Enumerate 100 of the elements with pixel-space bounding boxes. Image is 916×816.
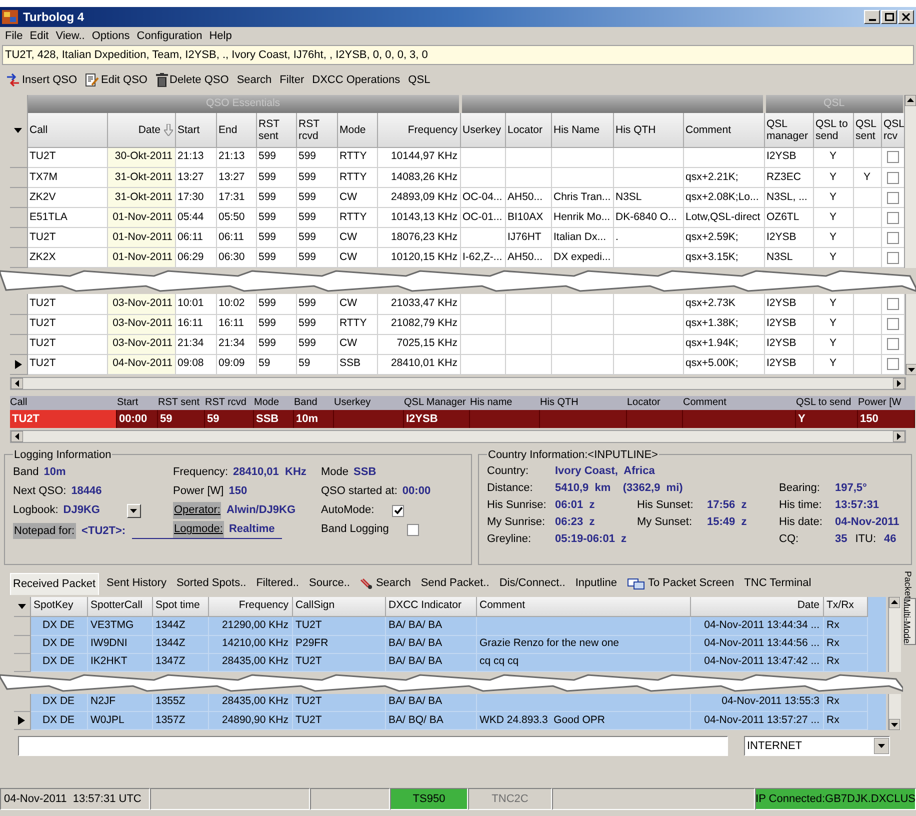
column-header[interactable]: Locator [505, 113, 551, 147]
column-header[interactable]: Frequency [377, 113, 460, 147]
dropdown-button[interactable] [126, 504, 141, 518]
checkbox[interactable] [886, 252, 898, 264]
tab[interactable]: Send Packet.. [418, 572, 492, 594]
scrollbar[interactable] [10, 430, 906, 442]
toolbar-button[interactable]: Edit QSO [85, 72, 148, 88]
left-arrow-icon [11, 430, 23, 442]
toolbar-button[interactable]: Insert QSO [6, 72, 78, 88]
command-input-field[interactable] [18, 736, 728, 756]
column-header[interactable]: End [216, 113, 256, 147]
column-header[interactable]: Frequency [208, 596, 292, 616]
table-cell: 04-Nov-2011 13:44:34 ... [690, 617, 823, 635]
checkbox[interactable] [886, 192, 898, 204]
column-header[interactable]: Comment [476, 596, 690, 616]
column-chooser-button[interactable] [14, 596, 30, 616]
toolbar-button[interactable]: DXCC Operations [312, 72, 400, 88]
scrollbar[interactable] [904, 95, 916, 268]
entry-field[interactable]: 10m [294, 410, 334, 428]
entry-field[interactable]: TU2T [10, 410, 117, 428]
checkbox[interactable] [886, 151, 898, 164]
tab[interactable]: Inputline [573, 572, 619, 594]
tab[interactable]: Dis/Connect.. [497, 572, 568, 594]
close-button[interactable] [898, 10, 914, 24]
column-header[interactable]: Date [690, 596, 823, 616]
connection-dropdown[interactable]: INTERNET [744, 736, 890, 756]
entry-field[interactable] [334, 410, 404, 428]
entry-field[interactable]: 59 [205, 410, 254, 428]
column-header[interactable]: Spot time [152, 596, 208, 616]
checkbox[interactable] [886, 298, 898, 310]
entry-field[interactable]: 150 [858, 410, 915, 428]
menu-item[interactable]: File [5, 28, 23, 44]
tab[interactable]: Filtered.. [254, 572, 301, 594]
column-header[interactable]: Start [175, 113, 216, 147]
column-header[interactable]: SpotKey [30, 596, 87, 616]
column-header[interactable]: Date [107, 113, 175, 147]
row-header[interactable] [14, 712, 30, 730]
column-header[interactable]: Comment [683, 113, 764, 147]
entry-field[interactable] [627, 410, 683, 428]
field-value: 00:00 [402, 484, 431, 500]
column-header[interactable]: QSL to send [813, 113, 853, 147]
column-header[interactable]: RST sent [256, 113, 296, 147]
column-header[interactable]: His QTH [613, 113, 683, 147]
checkbox[interactable] [886, 358, 898, 370]
screens-icon [626, 578, 645, 590]
entry-field[interactable]: 59 [158, 410, 205, 428]
column-header[interactable]: SpotterCall [87, 596, 152, 616]
toolbar-button[interactable]: QSL [408, 72, 430, 88]
scrollbar[interactable] [904, 294, 916, 374]
tab[interactable]: Sent History [104, 572, 168, 594]
tab[interactable]: Sorted Spots.. [174, 572, 248, 594]
menu-item[interactable]: Configuration [136, 28, 202, 44]
scrollbar[interactable] [888, 596, 900, 672]
right-arrow-icon [893, 430, 905, 442]
tab[interactable]: Received Packet [10, 572, 99, 594]
checkbox[interactable] [406, 524, 419, 536]
column-header[interactable]: Tx/Rx [823, 596, 867, 616]
checkbox[interactable] [886, 172, 898, 184]
checkbox[interactable] [886, 212, 898, 224]
table-cell: Italian Dx... [551, 228, 613, 248]
column-header[interactable]: DXCC Indicator [385, 596, 476, 616]
toolbar-button[interactable]: Delete QSO [156, 72, 229, 88]
checkbox[interactable] [886, 318, 898, 330]
entry-field[interactable]: I2YSB [404, 410, 470, 428]
menu-item[interactable]: Help [209, 28, 232, 44]
field-value: 35 [835, 532, 848, 548]
entry-field[interactable]: SSB [254, 410, 294, 428]
checkbox[interactable] [886, 338, 898, 350]
toolbar-button[interactable]: Filter [280, 72, 304, 88]
entry-field[interactable] [470, 410, 540, 428]
side-tab[interactable]: Multi-Mode [904, 598, 916, 645]
tab[interactable]: Source.. [306, 572, 352, 594]
tab[interactable]: TNC Terminal [742, 572, 814, 594]
tab[interactable]: Search [358, 572, 413, 594]
column-header[interactable]: Call [27, 113, 107, 147]
table-cell: 06:11 [175, 228, 216, 248]
column-header[interactable]: Userkey [460, 113, 505, 147]
entry-field[interactable] [540, 410, 627, 428]
scrollbar[interactable] [888, 694, 900, 730]
menu-item[interactable]: View.. [56, 28, 85, 44]
tab[interactable]: To Packet Screen [624, 572, 736, 594]
toolbar-button[interactable]: Search [236, 72, 272, 88]
maximize-button[interactable] [881, 10, 897, 24]
row-header[interactable] [10, 354, 27, 374]
column-header[interactable]: QSL rcv [881, 113, 904, 147]
column-header[interactable]: Mode [337, 113, 377, 147]
entry-field[interactable] [683, 410, 796, 428]
column-header[interactable]: QSL sent [853, 113, 881, 147]
menu-item[interactable]: Options [92, 28, 130, 44]
checkbox[interactable] [886, 232, 898, 244]
column-header[interactable]: QSL manager [764, 113, 813, 147]
checkbox[interactable] [392, 504, 404, 516]
column-header[interactable]: CallSign [292, 596, 385, 616]
column-header[interactable]: RST rcvd [296, 113, 337, 147]
scrollbar[interactable] [10, 376, 906, 390]
entry-field[interactable]: 00:00 [117, 410, 158, 428]
minimize-button[interactable] [864, 10, 880, 24]
entry-field[interactable]: Y [796, 410, 858, 428]
column-header[interactable]: His Name [551, 113, 613, 147]
menu-item[interactable]: Edit [30, 28, 49, 44]
